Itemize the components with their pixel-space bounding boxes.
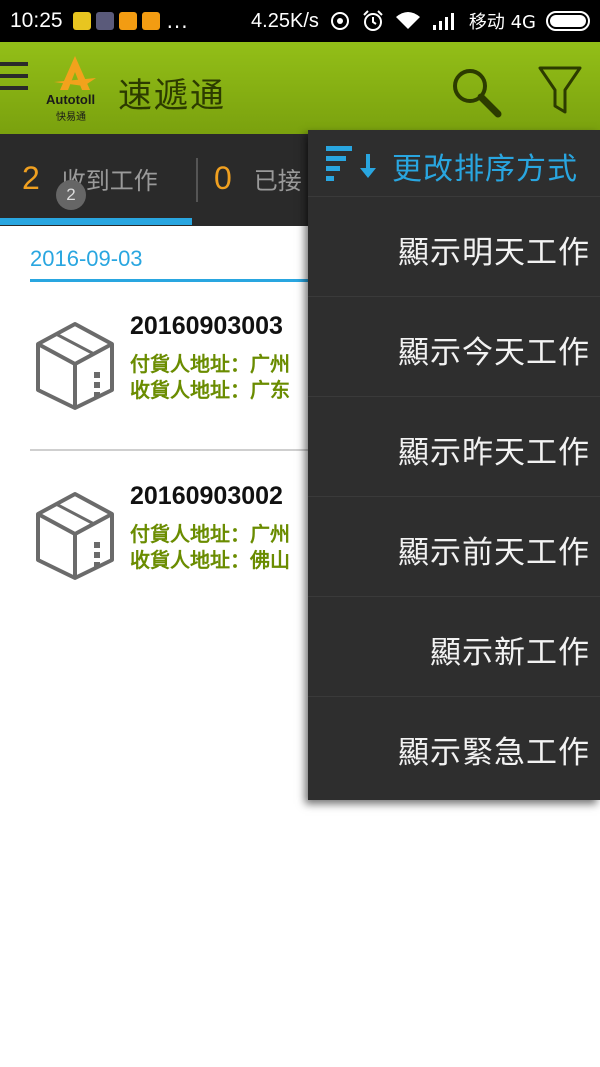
- job-id: 20160903002: [130, 482, 283, 510]
- menu-item-new-jobs[interactable]: 顯示新工作: [308, 596, 600, 696]
- date-divider: [30, 279, 320, 282]
- tab-label: 已接: [253, 166, 302, 195]
- app-notification-icon: [141, 12, 160, 30]
- menu-item-label: 顯示昨天工作: [398, 435, 590, 471]
- menu-item-label: 顯示明天工作: [398, 235, 590, 271]
- logo-subtext: 快易通: [56, 112, 86, 123]
- sort-menu-header[interactable]: 更改排序方式: [308, 130, 600, 196]
- shipper-address: 付貨人地址：广州: [130, 352, 290, 376]
- receiver-address: 收貨人地址：广东: [130, 378, 290, 402]
- carrier-label: 移动 4G: [468, 12, 536, 33]
- filter-icon[interactable]: [536, 64, 584, 116]
- network-speed: 4.25K/s: [251, 9, 319, 32]
- menu-item-label: 顯示新工作: [430, 635, 590, 671]
- tab-divider: [196, 158, 198, 202]
- battery-icon: [546, 11, 590, 31]
- sort-dropdown-menu: 更改排序方式 顯示明天工作 顯示今天工作 顯示昨天工作 顯示前天工作 顯示新工作…: [308, 130, 600, 800]
- more-notifications-icon: ...: [166, 9, 189, 33]
- menu-item-label: 顯示緊急工作: [398, 735, 590, 771]
- menu-item-label: 顯示前天工作: [398, 535, 590, 571]
- app-notification-icon: [72, 12, 91, 30]
- sort-icon: [326, 146, 376, 181]
- search-icon[interactable]: [448, 64, 504, 118]
- logo-text: Autotoll: [46, 92, 96, 107]
- tab-received-jobs[interactable]: 2 收到工作: [22, 134, 158, 222]
- active-tab-indicator: [0, 218, 192, 225]
- status-time: 10:25: [10, 9, 63, 32]
- app-notification-icon: [118, 12, 137, 30]
- job-id: 20160903003: [130, 312, 283, 340]
- menu-item-yesterday-jobs[interactable]: 顯示昨天工作: [308, 396, 600, 496]
- package-box-icon: [36, 322, 114, 410]
- job-list-item[interactable]: 20160903003 付貨人地址：广州 收貨人地址：广东: [0, 306, 320, 456]
- tab-count: 2: [22, 159, 40, 196]
- receiver-address: 收貨人地址：佛山: [130, 548, 290, 572]
- app-toolbar: Autotoll 快易通 速遞通: [0, 42, 600, 134]
- shipper-address: 付貨人地址：广州: [130, 522, 290, 546]
- menu-item-label: 顯示今天工作: [398, 335, 590, 371]
- menu-item-tomorrow-jobs[interactable]: 顯示明天工作: [308, 196, 600, 296]
- menu-item-urgent-jobs[interactable]: 顯示緊急工作: [308, 696, 600, 796]
- menu-item-day-before-jobs[interactable]: 顯示前天工作: [308, 496, 600, 596]
- sort-menu-title: 更改排序方式: [392, 152, 578, 187]
- app-title: 速遞通: [118, 76, 226, 116]
- date-header: 2016-09-03: [30, 246, 143, 271]
- sync-icon: [330, 12, 349, 30]
- signal-icon: [432, 13, 454, 30]
- package-box-icon: [36, 492, 114, 580]
- hamburger-menu-icon[interactable]: [0, 62, 30, 102]
- job-list-item[interactable]: 20160903002 付貨人地址：广州 收貨人地址：佛山: [0, 476, 320, 626]
- wifi-icon: [395, 12, 420, 29]
- status-bar: 10:25 ... 4.25K/s 移动 4G: [0, 0, 600, 42]
- alarm-icon: [363, 10, 383, 31]
- tab-count: 0: [214, 159, 232, 196]
- menu-item-today-jobs[interactable]: 顯示今天工作: [308, 296, 600, 396]
- list-divider: [30, 449, 320, 451]
- app-notification-icon: [95, 12, 114, 30]
- tab-accepted-jobs[interactable]: 0 已接: [214, 134, 302, 222]
- tab-badge: 2: [56, 180, 86, 210]
